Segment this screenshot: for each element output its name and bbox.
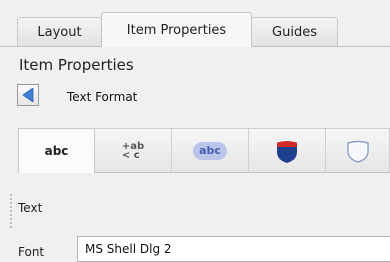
tab-layout-label: Layout bbox=[37, 24, 82, 40]
item-properties-panel: Item Properties Text Format abc +ab < c … bbox=[0, 47, 390, 262]
formatting-icon: +ab < c bbox=[121, 141, 144, 161]
font-field[interactable]: MS Shell Dlg 2 bbox=[77, 236, 390, 262]
tab-text[interactable]: abc bbox=[18, 128, 95, 173]
tab-shadow[interactable] bbox=[248, 128, 326, 172]
tab-guides[interactable]: Guides bbox=[251, 17, 338, 46]
background-icon-label: abc bbox=[199, 144, 221, 157]
formatting-icon-bottom: < c bbox=[121, 149, 140, 161]
back-arrow-icon bbox=[22, 88, 34, 102]
panel-title: Item Properties bbox=[19, 56, 134, 74]
shadow-shield-icon bbox=[276, 139, 298, 163]
callout-shield-icon bbox=[346, 140, 369, 163]
tab-layout[interactable]: Layout bbox=[17, 17, 102, 46]
section-subtitle: Text Format bbox=[67, 90, 138, 104]
back-button[interactable] bbox=[17, 84, 39, 106]
tab-guides-label: Guides bbox=[272, 24, 317, 40]
tab-callout[interactable] bbox=[325, 128, 390, 172]
text-section-label: Text bbox=[18, 201, 43, 215]
format-tab-bar: abc +ab < c abc bbox=[18, 128, 390, 173]
tab-formatting[interactable]: +ab < c bbox=[94, 128, 172, 172]
font-field-value: MS Shell Dlg 2 bbox=[85, 242, 172, 256]
text-icon: abc bbox=[44, 144, 69, 158]
background-icon: abc bbox=[193, 141, 227, 160]
tab-background[interactable]: abc bbox=[171, 128, 249, 172]
tab-bar: Layout Item Properties Guides bbox=[0, 0, 390, 47]
tab-item-properties-label: Item Properties bbox=[126, 22, 227, 38]
tab-item-properties[interactable]: Item Properties bbox=[101, 12, 252, 47]
splitter-handle[interactable] bbox=[9, 193, 13, 229]
